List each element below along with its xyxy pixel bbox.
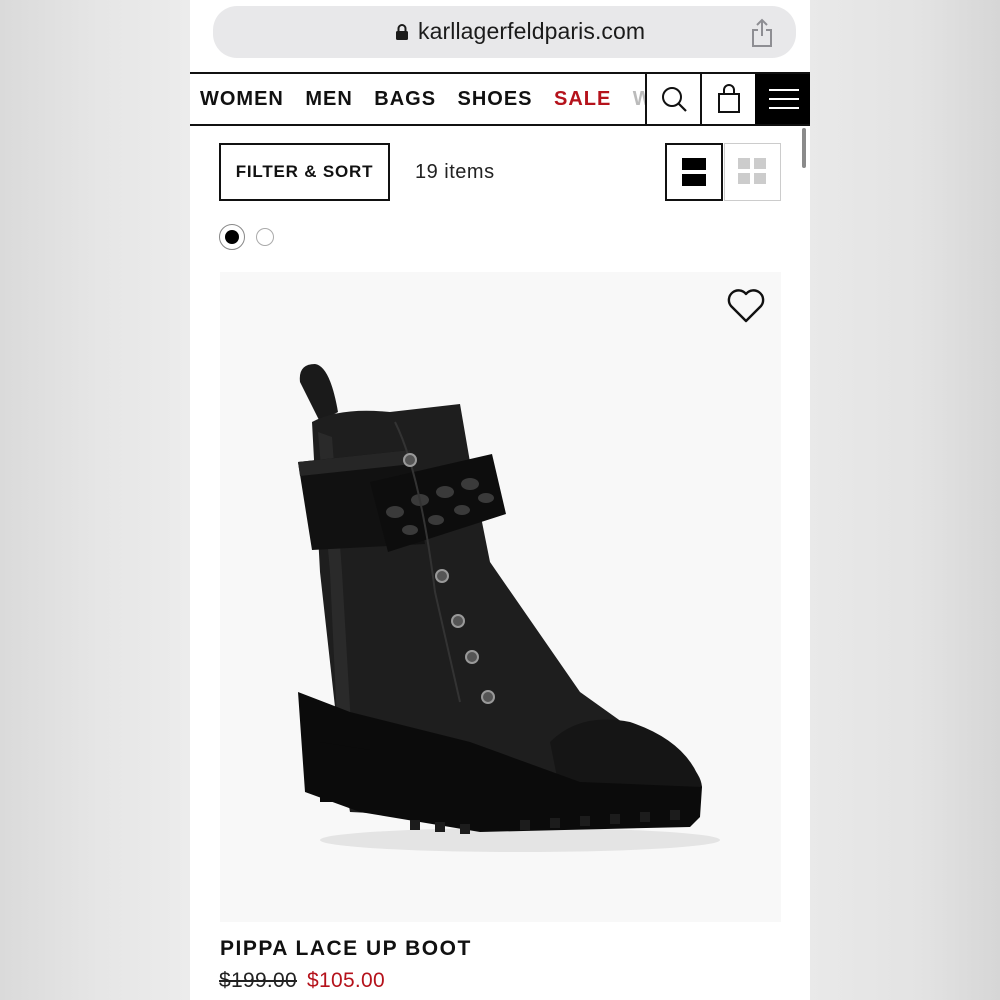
nav-item-men[interactable]: MEN [305, 74, 352, 124]
nav-item-sale[interactable]: SALE [554, 74, 611, 124]
single-column-view-button[interactable] [665, 143, 723, 201]
nav-item-bags[interactable]: BAGS [374, 74, 436, 124]
sale-price: $105.00 [307, 969, 386, 992]
lock-icon [396, 24, 408, 40]
share-icon[interactable] [750, 18, 774, 48]
main-navigation: WOMEN MEN BAGS SHOES SALE W [190, 72, 810, 126]
search-icon [661, 87, 687, 112]
cart-button[interactable] [700, 74, 755, 124]
original-price: $199.00 [219, 969, 298, 992]
url-text[interactable]: karllagerfeldparis.com [418, 18, 645, 45]
hamburger-menu-icon [768, 89, 799, 109]
grid-view-icon [738, 158, 766, 184]
product-image[interactable] [220, 272, 781, 922]
scrollbar[interactable] [802, 128, 806, 168]
phone-screen: karllagerfeldparis.com WOMEN MEN BAGS SH… [190, 0, 810, 1000]
shopping-bag-icon [717, 84, 740, 113]
menu-button[interactable] [755, 74, 810, 124]
heart-icon[interactable] [726, 286, 766, 324]
nav-item-shoes[interactable]: SHOES [458, 74, 533, 124]
nav-item-truncated[interactable]: W [633, 74, 645, 124]
items-count: 19 items [415, 161, 495, 183]
color-swatch-white[interactable] [256, 228, 274, 246]
product-name[interactable]: PIPPA LACE UP BOOT [220, 937, 472, 961]
single-column-view-icon [682, 158, 706, 186]
filter-sort-button[interactable]: FILTER & SORT [219, 143, 390, 201]
grid-view-button[interactable] [724, 143, 781, 201]
color-swatch-black[interactable] [219, 224, 245, 250]
nav-links: WOMEN MEN BAGS SHOES SALE W [200, 74, 645, 124]
browser-url-bar[interactable]: karllagerfeldparis.com [213, 6, 796, 58]
nav-item-women[interactable]: WOMEN [200, 74, 284, 124]
search-button[interactable] [645, 74, 700, 124]
boot-image [298, 364, 720, 852]
